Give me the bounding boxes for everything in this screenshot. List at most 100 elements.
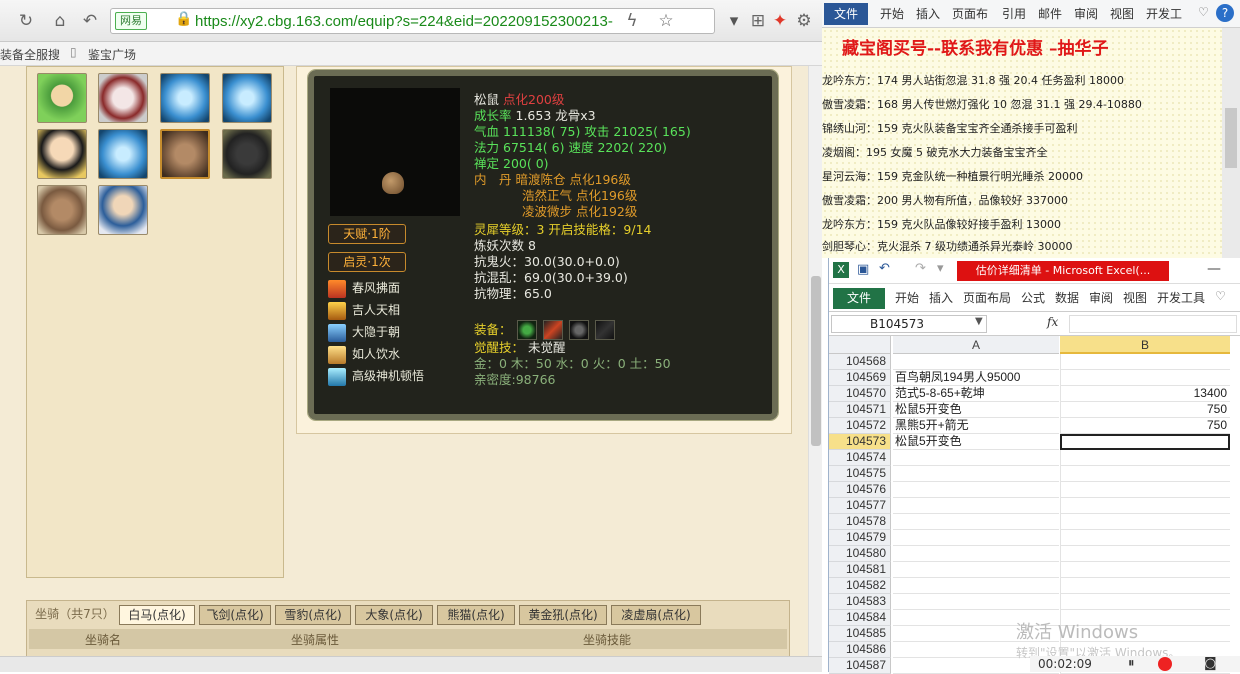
formula-input[interactable] xyxy=(1069,315,1237,333)
row-header[interactable]: 104586 xyxy=(829,642,891,658)
pet-avatar[interactable] xyxy=(222,73,272,123)
tab-mount[interactable]: 白马(点化) xyxy=(119,605,195,625)
column-header-b[interactable]: B xyxy=(1060,336,1230,354)
word-file-tab[interactable]: 文件 xyxy=(824,3,868,25)
cell-b[interactable]: 750 xyxy=(1060,418,1230,434)
cell-a[interactable] xyxy=(893,354,1059,370)
tab-mount[interactable]: 大象(点化) xyxy=(355,605,433,625)
ribbon-tab[interactable]: 页面布 xyxy=(952,5,988,22)
collapse-ribbon-icon[interactable]: ♡ xyxy=(1215,289,1226,303)
row-header[interactable]: 104569 xyxy=(829,370,891,386)
row-header[interactable]: 104583 xyxy=(829,594,891,610)
ribbon-tab[interactable]: 邮件 xyxy=(1038,5,1062,22)
tab-mount[interactable]: 黄金犼(点化) xyxy=(519,605,607,625)
refresh-icon[interactable]: ↻ xyxy=(14,9,38,33)
help-icon[interactable]: ? xyxy=(1216,4,1234,22)
row-header[interactable]: 104571 xyxy=(829,402,891,418)
equip-slot[interactable] xyxy=(595,320,615,340)
undo-icon[interactable]: ↶ xyxy=(879,261,890,276)
home-icon[interactable]: ⌂ xyxy=(48,9,72,33)
lightning-icon[interactable]: ϟ xyxy=(620,9,644,33)
scroll-thumb[interactable] xyxy=(1225,108,1237,168)
ribbon-tab[interactable]: 开发工 xyxy=(1146,5,1182,22)
row-header[interactable]: 104572 xyxy=(829,418,891,434)
pet-avatar[interactable] xyxy=(98,129,148,179)
cell-b[interactable] xyxy=(1060,466,1230,482)
word-scrollbar[interactable] xyxy=(1222,28,1240,258)
bookmark-item[interactable]: 鉴宝广场 xyxy=(88,46,136,63)
cell-b[interactable] xyxy=(1060,370,1230,386)
cell-b[interactable] xyxy=(1060,498,1230,514)
row-header[interactable]: 104579 xyxy=(829,530,891,546)
ribbon-tab[interactable]: 审阅 xyxy=(1074,5,1098,22)
column-header-a[interactable]: A xyxy=(893,336,1059,354)
skill-item[interactable]: 大隐于朝 xyxy=(328,322,400,342)
tab-mount[interactable]: 雪豹(点化) xyxy=(275,605,351,625)
cell-a[interactable] xyxy=(893,594,1059,610)
tab-mount[interactable]: 飞剑(点化) xyxy=(199,605,271,625)
excel-file-tab[interactable]: 文件 xyxy=(833,288,885,309)
cell-a[interactable]: 松鼠5开变色 xyxy=(893,434,1059,450)
row-header[interactable]: 104580 xyxy=(829,546,891,562)
cell-b[interactable] xyxy=(1060,546,1230,562)
pet-avatar[interactable] xyxy=(222,129,272,179)
ribbon-tab[interactable]: 数据 xyxy=(1055,289,1079,306)
row-header[interactable]: 104570 xyxy=(829,386,891,402)
pause-icon[interactable]: ⏸ xyxy=(1128,656,1135,671)
collapse-ribbon-icon[interactable]: ♡ xyxy=(1198,5,1209,19)
cell-b[interactable] xyxy=(1060,514,1230,530)
skill-item[interactable]: 如人饮水 xyxy=(328,344,400,364)
function-icon[interactable]: fx xyxy=(1047,315,1058,329)
pet-avatar-selected[interactable] xyxy=(160,129,210,179)
pet-avatar[interactable] xyxy=(98,73,148,123)
grid-icon[interactable]: ⊞ xyxy=(746,9,770,33)
name-box[interactable]: B104573 xyxy=(831,315,987,333)
talent-badge[interactable]: 天赋·1阶 xyxy=(328,224,406,244)
redo-icon[interactable]: ↷ xyxy=(915,261,926,276)
ribbon-tab[interactable]: 插入 xyxy=(929,289,953,306)
ribbon-tab[interactable]: 开始 xyxy=(880,5,904,22)
pet-avatar[interactable] xyxy=(98,185,148,235)
ribbon-tab[interactable]: 引用 xyxy=(1002,5,1026,22)
ribbon-tab[interactable]: 开发工具 xyxy=(1157,289,1205,306)
cell-b[interactable] xyxy=(1060,594,1230,610)
url-text[interactable]: https://xy2.cbg.163.com/equip?s=224&eid=… xyxy=(195,13,613,30)
page-scrollbar[interactable] xyxy=(808,66,822,672)
active-cell-b[interactable] xyxy=(1060,434,1230,450)
cell-b[interactable]: 750 xyxy=(1060,402,1230,418)
ribbon-tab[interactable]: 页面布局 xyxy=(963,289,1011,306)
skill-item[interactable]: 高级神机顿悟 xyxy=(328,366,424,386)
cell-a[interactable] xyxy=(893,530,1059,546)
cell-a[interactable] xyxy=(893,482,1059,498)
cell-b[interactable]: 13400 xyxy=(1060,386,1230,402)
cell-b[interactable] xyxy=(1060,530,1230,546)
pet-avatar[interactable] xyxy=(37,73,87,123)
row-header[interactable]: 104573 xyxy=(829,434,891,450)
select-all-corner[interactable] xyxy=(829,336,891,354)
minimize-icon[interactable]: — xyxy=(1207,261,1221,277)
ribbon-tab[interactable]: 审阅 xyxy=(1089,289,1113,306)
equip-slot[interactable] xyxy=(517,320,537,340)
cell-a[interactable]: 松鼠5开变色 xyxy=(893,402,1059,418)
cell-a[interactable] xyxy=(893,562,1059,578)
row-header[interactable]: 104585 xyxy=(829,626,891,642)
camera-icon[interactable]: ◙ xyxy=(1204,656,1217,671)
cell-a[interactable] xyxy=(893,514,1059,530)
equip-slot[interactable] xyxy=(543,320,563,340)
ribbon-tab[interactable]: 视图 xyxy=(1110,5,1134,22)
cell-a[interactable] xyxy=(893,546,1059,562)
bookmark-item[interactable]: 装备全服搜 xyxy=(0,46,60,63)
cell-b[interactable] xyxy=(1060,562,1230,578)
tab-mount[interactable]: 凌虚扇(点化) xyxy=(611,605,701,625)
namebox-dropdown-icon[interactable]: ▼ xyxy=(975,316,983,327)
skill-item[interactable]: 春风拂面 xyxy=(328,278,400,298)
dropdown-icon[interactable]: ▾ xyxy=(722,9,746,33)
row-header[interactable]: 104568 xyxy=(829,354,891,370)
qiling-badge[interactable]: 启灵·1次 xyxy=(328,252,406,272)
ribbon-tab[interactable]: 开始 xyxy=(895,289,919,306)
save-icon[interactable]: ▣ xyxy=(857,262,869,277)
pet-avatar[interactable] xyxy=(37,129,87,179)
ribbon-tab[interactable]: 公式 xyxy=(1021,289,1045,306)
back-icon[interactable]: ↶ xyxy=(78,9,102,33)
scroll-thumb[interactable] xyxy=(811,276,821,446)
